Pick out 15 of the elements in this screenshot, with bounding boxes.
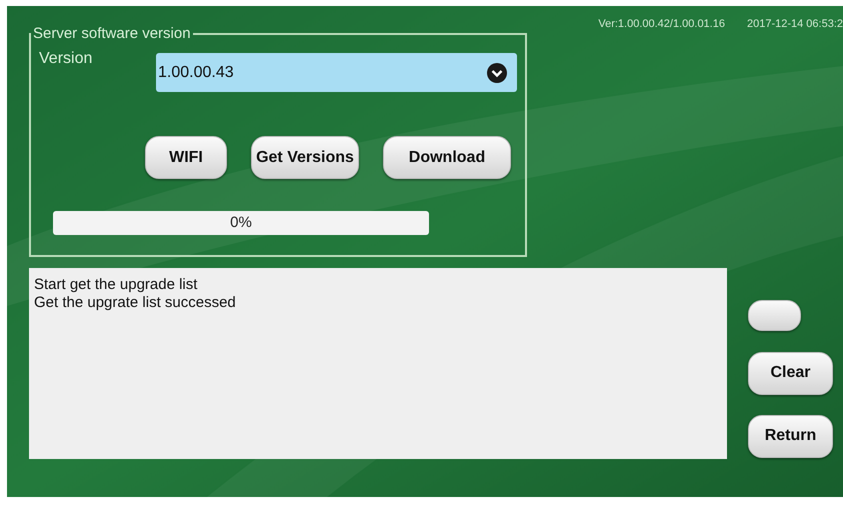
side-button[interactable]: Clear <box>748 352 833 394</box>
progress-text: 0% <box>230 212 252 233</box>
action-button[interactable]: Download <box>383 136 511 179</box>
version-text: Ver:1.00.00.42/1.00.01.16 <box>598 17 725 32</box>
date-time-text: 2017-12-14 06:53:2 <box>746 17 843 32</box>
log-line: Start get the upgrade list <box>34 276 198 294</box>
version-dropdown[interactable]: 1.00.00.43 <box>156 53 517 92</box>
action-button[interactable]: Get Versions <box>251 136 359 179</box>
side-button[interactable]: Return <box>748 414 833 458</box>
chevron-down-icon <box>487 62 507 82</box>
log-line: Get the upgrate list successed <box>34 294 237 312</box>
blank-button[interactable] <box>748 300 801 330</box>
action-button[interactable]: WIFI <box>145 136 227 179</box>
version-label: Version <box>39 49 94 69</box>
panel-legend: Server software version <box>31 22 193 45</box>
